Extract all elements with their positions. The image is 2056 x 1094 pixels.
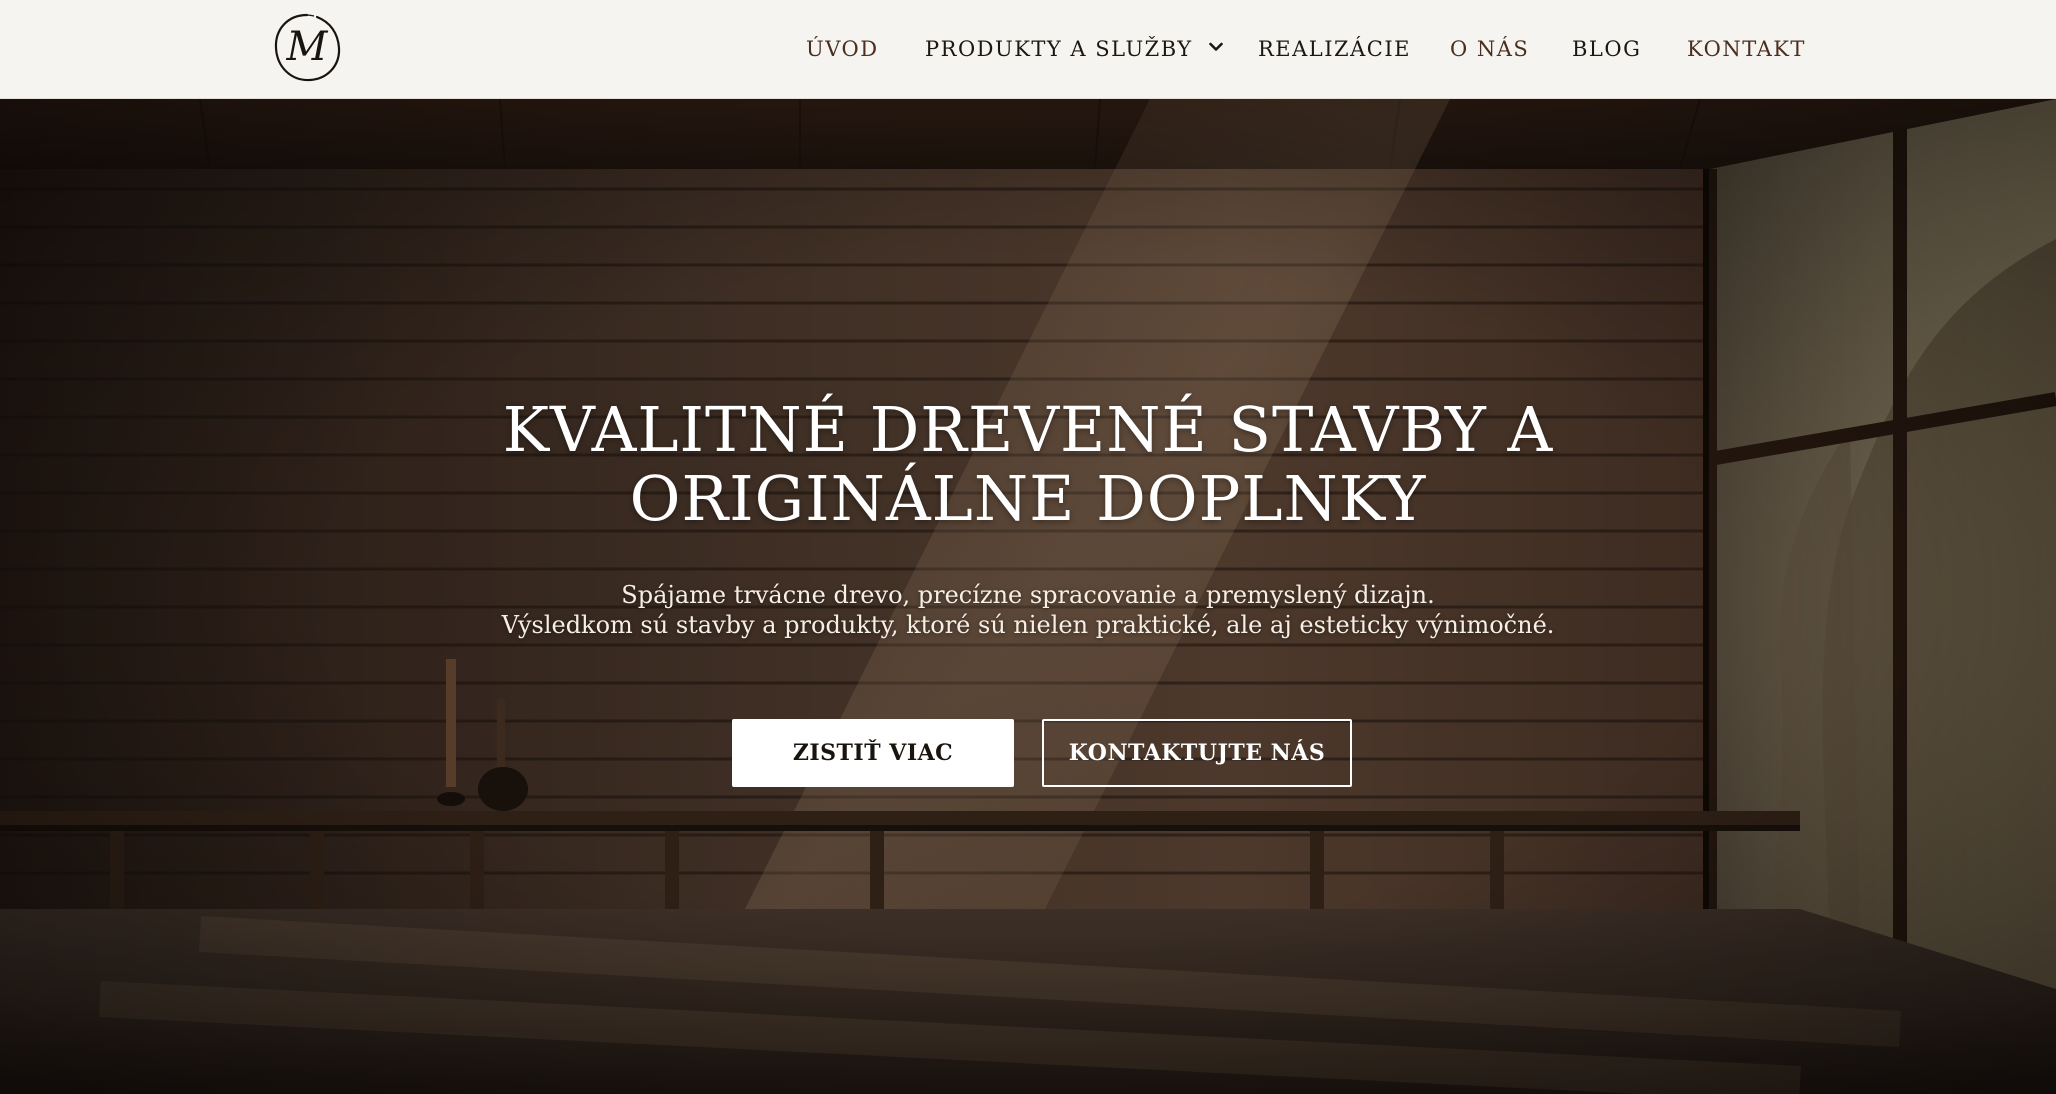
contact-us-button[interactable]: KONTAKTUJTE NÁS	[1042, 719, 1352, 787]
chevron-down-icon	[1208, 42, 1223, 54]
nav-item-o-nas[interactable]: O NÁS	[1450, 33, 1529, 65]
nav-label: REALIZÁCIE	[1258, 37, 1411, 61]
hero-subtitle-line: Výsledkom sú stavby a produkty, ktoré sú…	[501, 611, 1555, 639]
hero-title-line: ORIGINÁLNE DOPLNKY	[629, 462, 1427, 535]
nav-label: KONTAKT	[1687, 37, 1806, 61]
hero-title: KVALITNÉ DREVENÉ STAVBY A ORIGINÁLNE DOP…	[428, 395, 1628, 533]
hero-subtitle: Spájame trvácne drevo, precízne spracova…	[428, 580, 1628, 640]
main-nav: ÚVOD PRODUKTY A SLUŽBY REALIZÁCIE O NÁS …	[0, 0, 2056, 99]
nav-label: O NÁS	[1450, 37, 1530, 61]
nav-item-uvod[interactable]: ÚVOD	[806, 33, 879, 65]
nav-item-blog[interactable]: BLOG	[1572, 33, 1641, 65]
nav-item-realizacie[interactable]: REALIZÁCIE	[1258, 33, 1411, 65]
nav-item-produkty[interactable]: PRODUKTY A SLUŽBY	[925, 33, 1223, 65]
nav-label: ÚVOD	[806, 37, 879, 61]
learn-more-button[interactable]: ZISTIŤ VIAC	[732, 719, 1014, 787]
nav-label: BLOG	[1572, 37, 1642, 61]
nav-label: PRODUKTY A SLUŽBY	[925, 37, 1193, 61]
site-header: M ÚVOD PRODUKTY A SLUŽBY REALIZÁCIE O NÁ…	[0, 0, 2056, 99]
nav-item-kontakt[interactable]: KONTAKT	[1687, 33, 1806, 65]
hero-section: KVALITNÉ DREVENÉ STAVBY A ORIGINÁLNE DOP…	[0, 99, 2056, 1094]
hero-subtitle-line: Spájame trvácne drevo, precízne spracova…	[621, 581, 1435, 609]
hero-title-line: KVALITNÉ DREVENÉ STAVBY A	[502, 393, 1554, 466]
